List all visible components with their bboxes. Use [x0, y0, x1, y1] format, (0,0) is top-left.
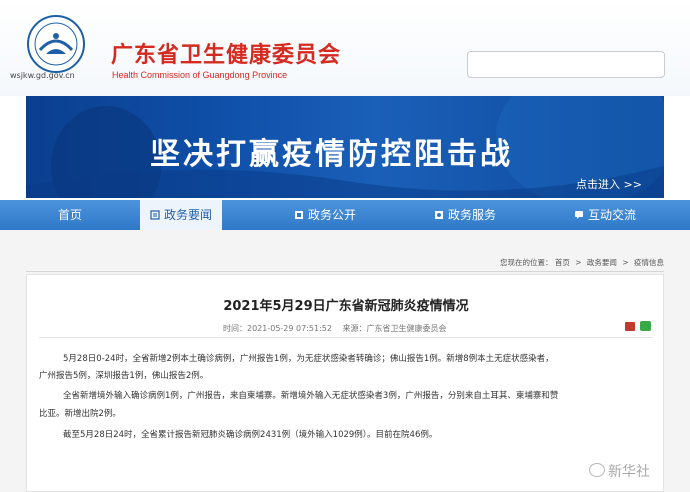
main-nav: 首页 政务要闻 政务公开 政务服务 互动交流	[0, 200, 690, 230]
banner-slogan: 坚决打赢疫情防控阻击战	[150, 137, 513, 172]
banner-enter-link[interactable]: 点击进入 >>	[576, 176, 642, 192]
nav-item-public-affairs[interactable]: 政务公开	[294, 200, 356, 230]
site-title-english: Health Commission of Guangdong Province	[112, 70, 288, 80]
breadcrumb-prefix: 您现在的位置：	[499, 258, 553, 267]
search-input[interactable]	[467, 51, 665, 78]
article-title: 2021年5月29日广东省新冠肺炎疫情情况	[223, 299, 469, 314]
breadcrumb: 您现在的位置： 首页 > 政务要闻 > 疫情信息	[500, 257, 664, 268]
nav-item-home[interactable]: 首页	[58, 200, 82, 230]
nav-item-label: 政务服务	[448, 208, 497, 222]
article-source: 来源：广东省卫生健康委员会	[342, 324, 447, 333]
news-icon	[150, 210, 160, 220]
meta-divider	[39, 337, 653, 338]
breadcrumb-separator: >	[622, 258, 629, 267]
article-paragraph: 截至5月28日24时，全省累计报告新冠肺炎确诊病例2431例（境外输入1029例…	[63, 430, 438, 440]
breadcrumb-item[interactable]: 政务要闻	[587, 258, 617, 267]
weibo-logo-icon	[589, 463, 605, 477]
site-header: wsjkw.gd.gov.cn 广东省卫生健康委员会 Health Commis…	[0, 0, 690, 96]
print-icon[interactable]	[625, 322, 635, 331]
share-wechat-icon[interactable]	[640, 321, 651, 331]
breadcrumb-item[interactable]: 疫情信息	[634, 258, 664, 267]
article-time: 时间：2021-05-29 07:51:52	[223, 324, 332, 333]
service-icon	[435, 211, 443, 219]
nav-item-services[interactable]: 政务服务	[434, 200, 496, 230]
breadcrumb-separator: >	[575, 258, 582, 267]
gd-health-commission-emblem-icon[interactable]	[26, 14, 86, 74]
header-background	[0, 0, 690, 96]
article-meta: 时间：2021-05-29 07:51:52 来源：广东省卫生健康委员会	[223, 323, 455, 334]
article-paragraph: 全省新增境外输入确诊病例1例，广州报告，来自柬埔寨。新增境外输入无症状感染者3例…	[63, 391, 559, 401]
article-paragraph: 广州报告5例，深圳报告1例，佛山报告2例。	[39, 371, 209, 381]
article-paragraph: 5月28日0-24时，全省新增2例本土确诊病例，广州报告1例，为无症状感染者转确…	[63, 354, 554, 364]
breadcrumb-item[interactable]: 首页	[555, 258, 570, 267]
nav-item-label: 首页	[58, 208, 83, 222]
site-domain: wsjkw.gd.gov.cn	[10, 71, 75, 80]
nav-item-news[interactable]: 政务要闻	[140, 200, 223, 230]
breadcrumb-divider	[26, 271, 664, 272]
document-icon	[295, 211, 303, 219]
nav-item-label: 互动交流	[588, 208, 637, 222]
epidemic-banner[interactable]: 坚决打赢疫情防控阻击战 点击进入 >>	[26, 96, 664, 198]
site-title[interactable]: 广东省卫生健康委员会	[111, 37, 341, 69]
nav-item-label: 政务公开	[308, 208, 357, 222]
article-paragraph: 比亚。新增出院2例。	[39, 409, 121, 419]
nav-item-label: 政务要闻	[164, 208, 213, 222]
article-panel: 2021年5月29日广东省新冠肺炎疫情情况 时间：2021-05-29 07:5…	[26, 274, 664, 492]
chat-icon	[575, 211, 583, 219]
nav-item-interaction[interactable]: 互动交流	[574, 200, 636, 230]
watermark: 新华社	[608, 464, 650, 480]
